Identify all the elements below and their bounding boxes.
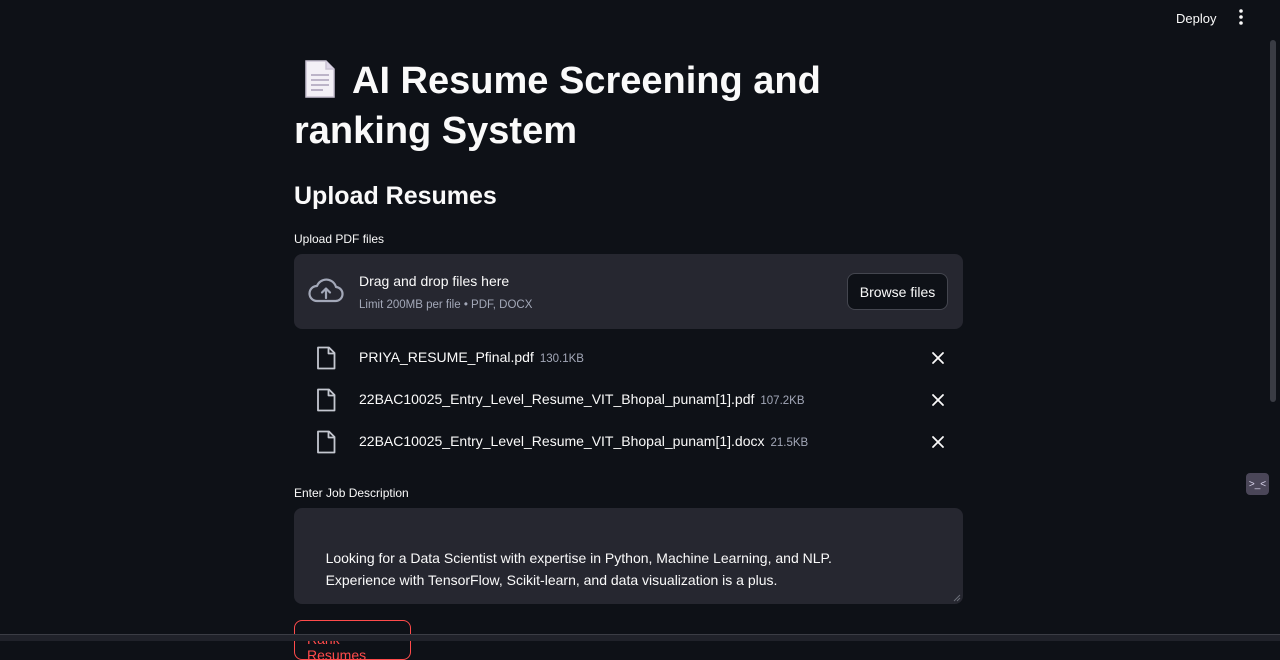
section-heading: Upload Resumes [294,182,497,210]
kebab-menu-icon[interactable] [1233,8,1249,26]
resize-grip-icon[interactable] [953,594,961,602]
app-helper-icon[interactable]: >_< [1246,473,1269,495]
cloud-upload-icon [308,278,344,303]
page-title-text: AI Resume Screening and ranking System [294,60,821,152]
app-header: Deploy [0,0,1280,36]
file-size: 21.5KB [770,437,809,449]
main-content: AI Resume Screening and ranking System U… [294,56,963,660]
uploader-label: Upload PDF files [294,232,385,246]
page-facing-up-icon [305,60,335,98]
job-description-value: Looking for a Data Scientist with expert… [325,550,832,588]
job-description-textarea[interactable]: Looking for a Data Scientist with expert… [294,508,963,604]
bottom-divider [0,634,1280,641]
file-icon [317,430,336,454]
file-icon [317,346,336,370]
uploaded-file-row: PRIYA_RESUME_Pfinal.pdf 130.1KB [294,346,963,376]
browse-files-button[interactable]: Browse files [847,273,948,310]
dropzone-limit: Limit 200MB per file • PDF, DOCX [359,299,533,311]
uploaded-file-row: 22BAC10025_Entry_Level_Resume_VIT_Bhopal… [294,388,963,418]
file-name: 22BAC10025_Entry_Level_Resume_VIT_Bhopal… [359,391,755,407]
uploaded-file-row: 22BAC10025_Entry_Level_Resume_VIT_Bhopal… [294,430,963,460]
page-scrollbar[interactable] [1270,40,1276,402]
file-size: 107.2KB [760,395,805,407]
dropzone-instructions: Drag and drop files here [359,273,510,289]
deploy-button[interactable]: Deploy [1168,9,1224,28]
job-description-label: Enter Job Description [294,486,409,500]
file-icon [317,388,336,412]
remove-file-icon[interactable] [930,392,946,408]
file-size: 130.1KB [539,353,584,365]
file-dropzone[interactable]: Drag and drop files here Limit 200MB per… [294,254,963,329]
remove-file-icon[interactable] [930,350,946,366]
remove-file-icon[interactable] [930,434,946,450]
page-title: AI Resume Screening and ranking System [294,56,963,156]
file-name: PRIYA_RESUME_Pfinal.pdf [359,349,534,365]
file-name: 22BAC10025_Entry_Level_Resume_VIT_Bhopal… [359,433,765,449]
